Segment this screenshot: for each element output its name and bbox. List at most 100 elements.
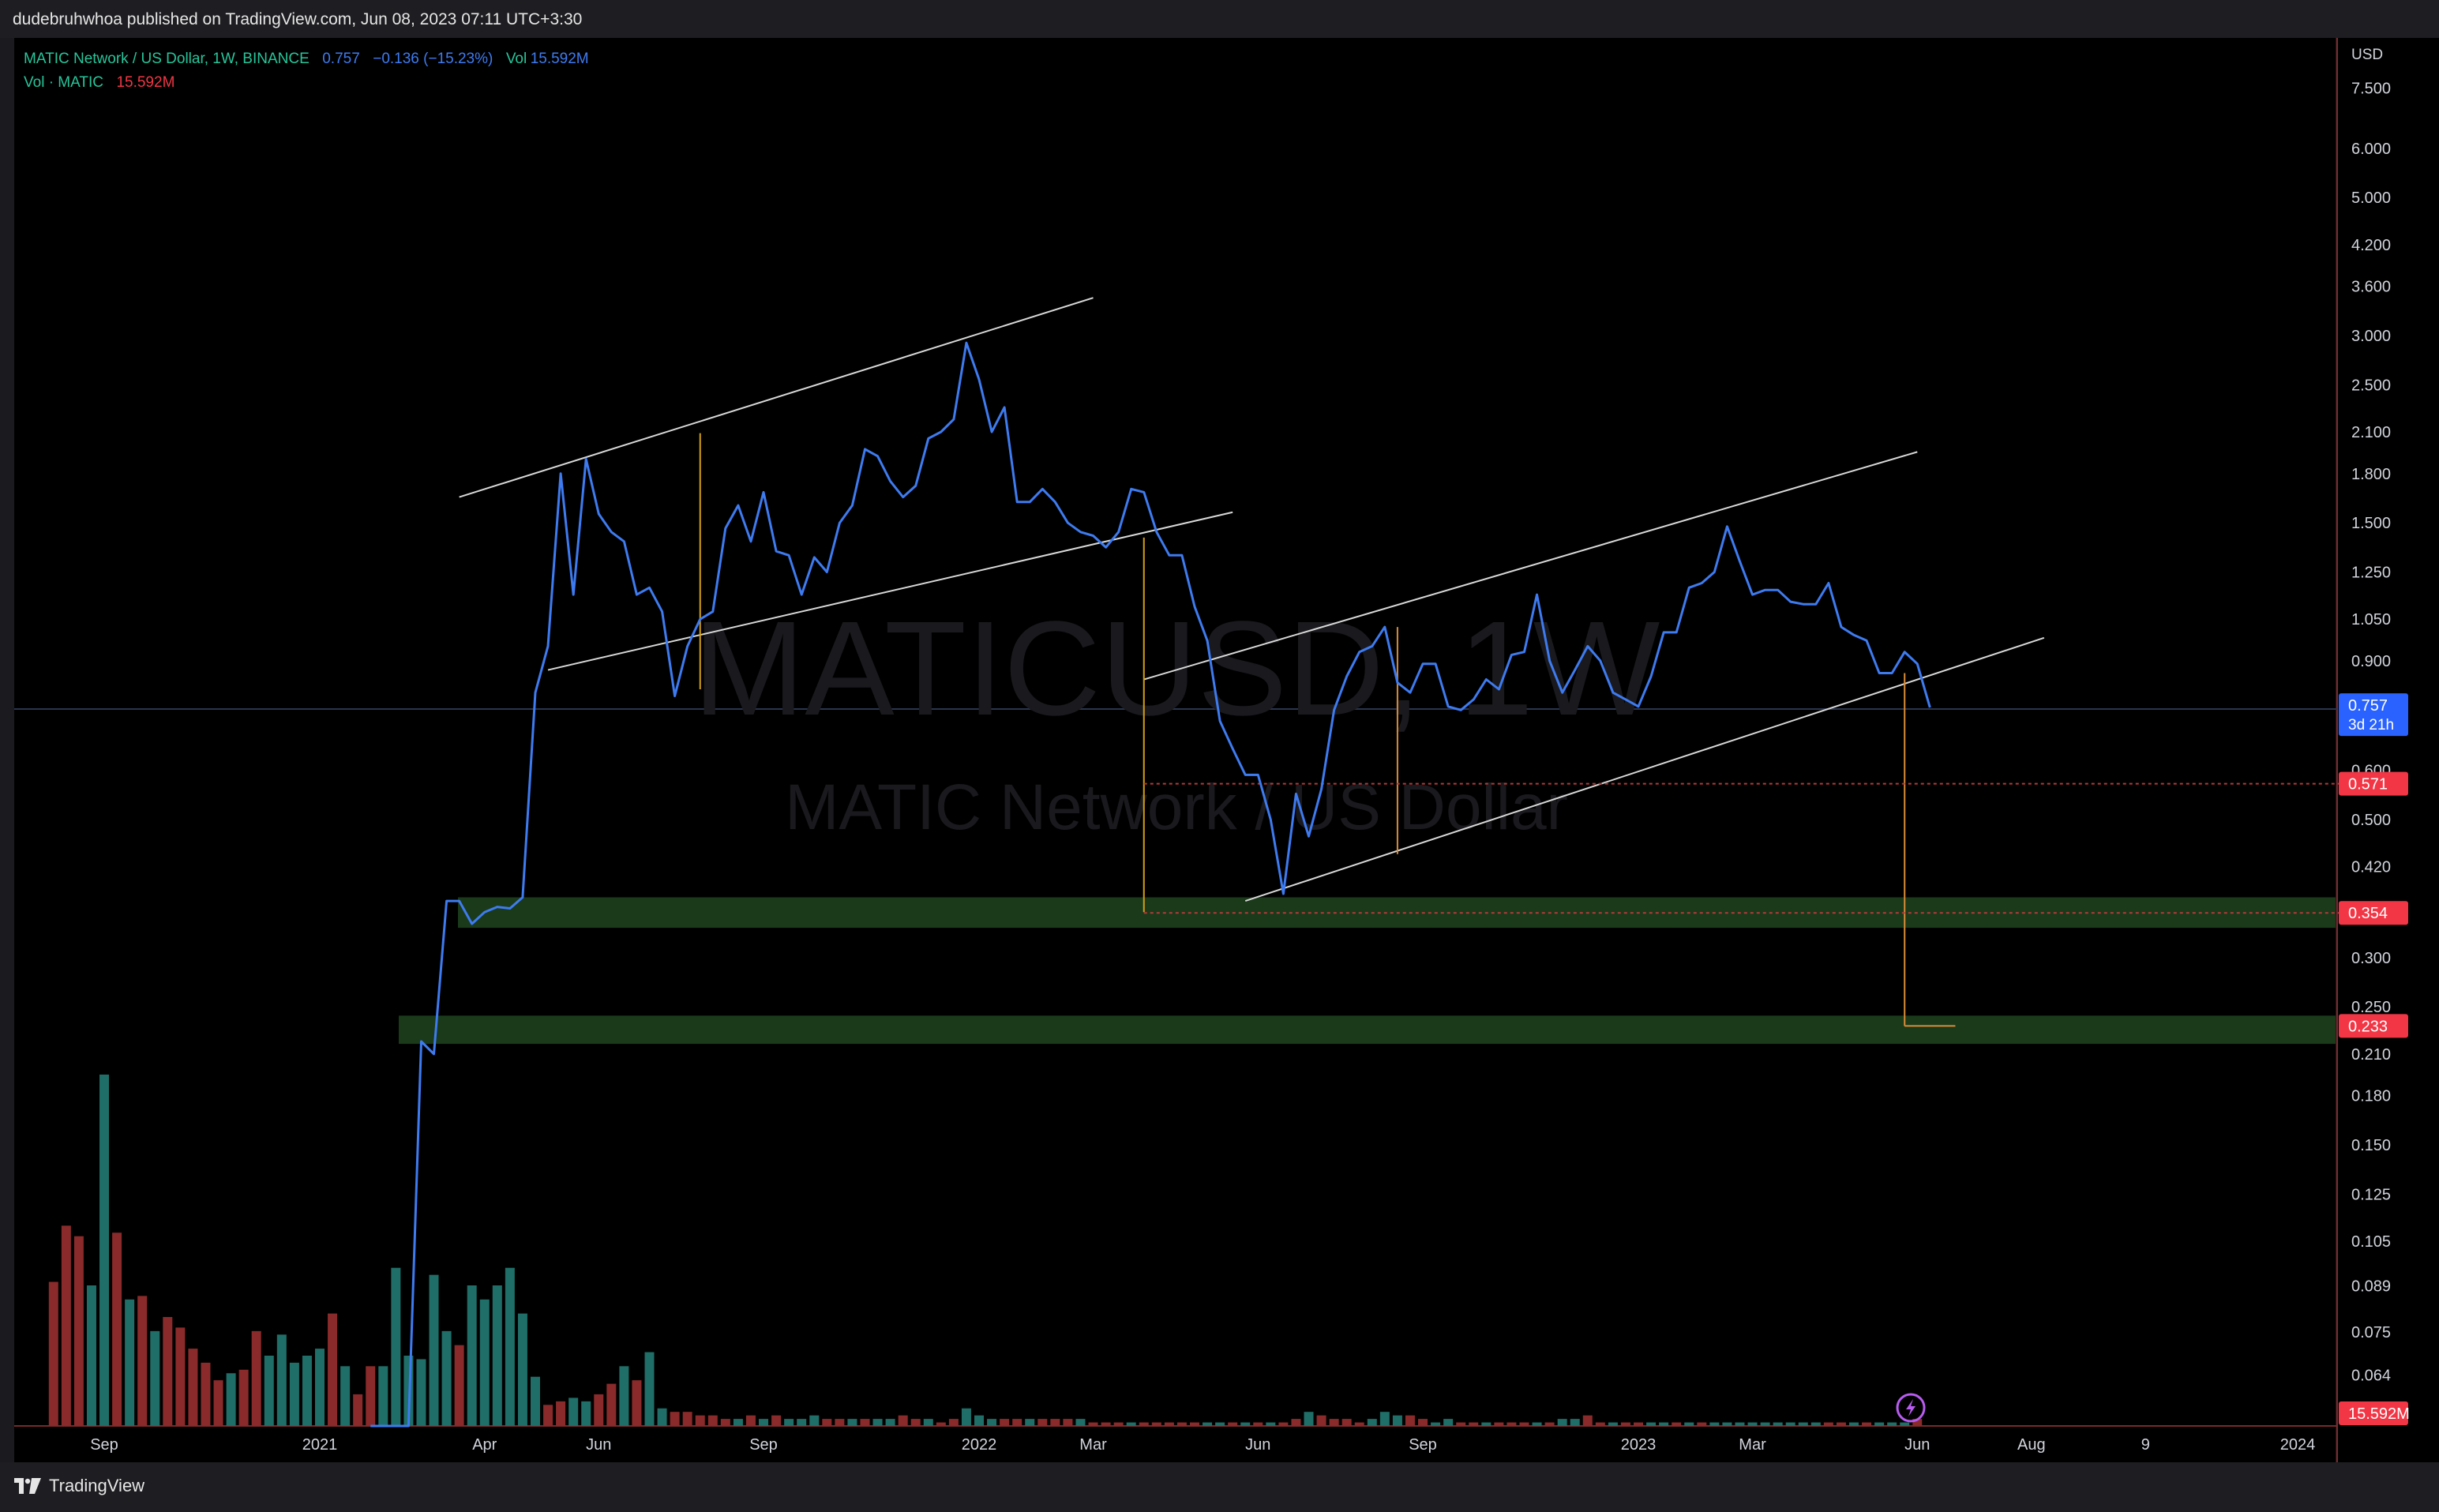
volume-bar [581, 1401, 591, 1426]
volume-bar [632, 1380, 642, 1426]
volume-bar [1532, 1422, 1542, 1426]
time-tick: Aug [2017, 1436, 2046, 1454]
price-tick: 0.064 [2351, 1367, 2391, 1384]
volume-bar [517, 1313, 527, 1426]
time-tick: Sep [1409, 1436, 1437, 1454]
volume-bar [1329, 1419, 1339, 1426]
volume-bar [809, 1415, 820, 1426]
volume-bar [1240, 1422, 1251, 1426]
price-label-text: 0.571 [2348, 776, 2388, 794]
volume-bar [1570, 1419, 1580, 1426]
price-label-text: 0.354 [2348, 905, 2388, 922]
volume-bar [1215, 1422, 1225, 1426]
volume-bar [378, 1366, 388, 1426]
volume-bar [1634, 1422, 1643, 1426]
support-zone-2 [399, 1015, 2336, 1045]
volume-bar [860, 1419, 870, 1426]
volume-bar [556, 1401, 566, 1426]
volume-bar [188, 1349, 198, 1426]
volume-bar [974, 1415, 984, 1426]
legend-symbol: MATIC Network / US Dollar, 1W, BINANCE [24, 51, 310, 67]
legend-row-volume: Vol · MATIC 15.592M [24, 74, 174, 91]
volume-bar [923, 1419, 933, 1426]
volume-bar [682, 1412, 692, 1426]
volume-bar [1836, 1422, 1846, 1426]
volume-bar [1367, 1419, 1377, 1426]
price-tick: 1.250 [2351, 565, 2391, 582]
time-tick: Apr [472, 1436, 497, 1454]
volume-bar [1519, 1422, 1529, 1426]
volume-bar [670, 1412, 680, 1426]
volume-bar [1101, 1422, 1111, 1426]
legend-vol-row-value: 15.592M [116, 74, 174, 91]
price-tick: 0.125 [2351, 1186, 2391, 1203]
volume-bar [137, 1296, 148, 1426]
price-tick: 5.000 [2351, 189, 2391, 207]
price-tick: 0.150 [2351, 1137, 2391, 1154]
volume-bar [213, 1380, 223, 1426]
price-label-text: 0.757 [2348, 697, 2388, 715]
volume-bar [175, 1327, 186, 1426]
volume-bar [797, 1419, 807, 1426]
volume-bar [1354, 1422, 1364, 1426]
volume-bar [1494, 1422, 1504, 1426]
chart-canvas[interactable]: MATICUSD, 1W MATIC Network / US Dollar U… [0, 38, 2439, 1462]
price-tick: 2.100 [2351, 424, 2391, 441]
volume-bar [1379, 1412, 1390, 1426]
time-tick: Mar [1079, 1436, 1107, 1454]
volume-bar [1278, 1422, 1289, 1426]
volume-bar [948, 1419, 959, 1426]
volume-bar [1012, 1419, 1023, 1426]
price-tick: 0.900 [2351, 653, 2391, 670]
volume-bar [733, 1419, 743, 1426]
tradingview-logo-icon [14, 1478, 41, 1494]
volume-bar [1088, 1422, 1098, 1426]
volume-bar [987, 1419, 997, 1426]
volume-bar [1456, 1422, 1466, 1426]
tradingview-logo[interactable]: TradingView [14, 1476, 144, 1496]
volume-bar [302, 1356, 312, 1426]
volume-bar [1874, 1422, 1885, 1426]
volume-bar [1228, 1422, 1238, 1426]
volume-bar [99, 1075, 110, 1426]
volume-bar [1608, 1422, 1618, 1426]
volume-bar [1672, 1422, 1682, 1426]
volume-bar [48, 1281, 58, 1426]
footer-bar: TradingView [0, 1462, 2439, 1512]
price-tick: 0.500 [2351, 812, 2391, 829]
volume-bar [1595, 1422, 1605, 1426]
volume-bar [1304, 1412, 1314, 1426]
volume-bar [910, 1419, 921, 1426]
volume-bar [568, 1398, 579, 1426]
price-tick: 0.075 [2351, 1324, 2391, 1341]
volume-bar [1469, 1422, 1479, 1426]
volume-bar [238, 1369, 249, 1426]
volume-bar [822, 1419, 832, 1426]
volume-bar [619, 1366, 629, 1426]
volume-bar [835, 1419, 845, 1426]
price-tick: 0.300 [2351, 950, 2391, 967]
time-tick: Jun [1245, 1436, 1270, 1454]
volume-bar [1392, 1415, 1402, 1426]
volume-bar [1760, 1422, 1770, 1426]
volume-bar [1025, 1419, 1035, 1426]
volume-bar [1443, 1419, 1454, 1426]
volume-bar [1113, 1422, 1124, 1426]
volume-bar [1900, 1422, 1910, 1426]
volume-bar [289, 1362, 299, 1426]
volume-bar [1075, 1419, 1086, 1426]
volume-bar [1341, 1419, 1352, 1426]
volume-bar [885, 1419, 895, 1426]
price-tick: 2.500 [2351, 377, 2391, 394]
volume-bar [695, 1415, 705, 1426]
volume-bar [1126, 1422, 1136, 1426]
price-tick: 0.180 [2351, 1088, 2391, 1105]
volume-bar [1050, 1419, 1060, 1426]
volume-bar [467, 1285, 477, 1426]
volume-bar [1151, 1422, 1161, 1426]
volume-bar [606, 1383, 617, 1426]
volume-bar [328, 1313, 338, 1426]
volume-bar [264, 1356, 274, 1426]
volume-bar [340, 1366, 351, 1426]
price-tick: 3.600 [2351, 279, 2391, 296]
